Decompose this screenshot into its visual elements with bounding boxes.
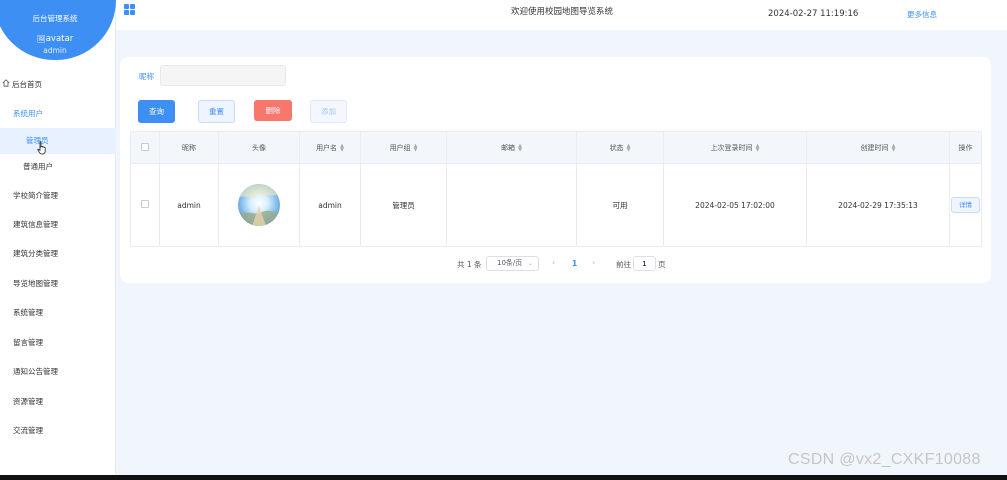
sort-icon[interactable]: ▲ ▼ bbox=[518, 143, 522, 152]
search-label: 昵称 bbox=[139, 72, 154, 81]
column-header-actions: 操作 bbox=[949, 131, 982, 164]
sort-icon[interactable]: ▲ ▼ bbox=[340, 143, 344, 152]
pagination-total: 共 1 条 bbox=[457, 260, 482, 269]
cell-actions: 详情 bbox=[949, 163, 982, 247]
page-size-value: 10条/页 bbox=[497, 259, 523, 267]
chevron-down-icon: ⌄ bbox=[527, 260, 533, 267]
grid-menu-icon[interactable] bbox=[124, 4, 135, 15]
sidebar-item-messages[interactable]: 留言管理 bbox=[0, 330, 116, 356]
sidebar-item-label: 导览地图管理 bbox=[13, 279, 58, 288]
sidebar-item-school-intro[interactable]: 学校简介管理 bbox=[0, 183, 116, 209]
reset-button[interactable]: 重置 bbox=[198, 100, 235, 123]
sidebar-item-label: 通知公告管理 bbox=[13, 367, 58, 376]
hand-cursor-icon bbox=[37, 141, 47, 157]
sidebar-item-label: 建筑信息管理 bbox=[13, 220, 58, 229]
sidebar-item-system-users[interactable]: 系统用户 bbox=[0, 101, 116, 127]
home-icon bbox=[2, 72, 10, 98]
column-header-last-login[interactable]: 上次登录时间 ▲ ▼ bbox=[663, 131, 807, 164]
bottom-bar bbox=[0, 475, 1007, 480]
row-select-cell[interactable] bbox=[130, 163, 160, 247]
row-checkbox[interactable] bbox=[141, 200, 149, 208]
header-datetime: 2024-02-27 11:19:16 bbox=[768, 9, 859, 19]
cell-status: 可用 bbox=[576, 163, 664, 247]
cell-username: admin bbox=[299, 163, 361, 247]
page-title: 欢迎使用校园地图导览系统 bbox=[511, 7, 614, 17]
nickname-search-input[interactable] bbox=[160, 65, 286, 86]
sidebar-item-guide-map[interactable]: 导览地图管理 bbox=[0, 271, 116, 297]
sidebar-item-label: 交流管理 bbox=[13, 426, 43, 435]
sort-icon[interactable]: ▲ ▼ bbox=[627, 143, 631, 152]
sort-icon[interactable]: ▲ ▼ bbox=[414, 143, 418, 152]
cell-group: 管理员 bbox=[360, 163, 447, 247]
user-avatar-image bbox=[238, 184, 280, 226]
cell-last-login: 2024-02-05 17:02:00 bbox=[663, 163, 807, 247]
watermark: CSDN @vx2_CXKF10088 bbox=[788, 451, 981, 468]
sidebar-item-system[interactable]: 系统管理 bbox=[0, 300, 116, 326]
sidebar-item-label: 系统管理 bbox=[13, 308, 43, 317]
sidebar-item-label: 普通用户 bbox=[23, 162, 53, 171]
goto-unit-label: 页 bbox=[658, 260, 666, 269]
query-button[interactable]: 查询 bbox=[138, 100, 175, 123]
sidebar-item-label: 系统用户 bbox=[13, 109, 43, 118]
brand-title: 后台管理系统 bbox=[32, 14, 78, 23]
user-table: 昵称 头像 用户名 ▲ ▼ 用户组 ▲ ▼ 邮箱 ▲ ▼ 状态 ▲ ▼ 上次登录时间 ▲ ▼ 创建时… bbox=[130, 131, 982, 247]
brand-header: 后台管理系统 🖼avatar admin bbox=[0, 0, 116, 60]
goto-page-input[interactable] bbox=[633, 256, 656, 271]
sidebar-item-label: 建筑分类管理 bbox=[13, 249, 58, 258]
column-header-group[interactable]: 用户组 ▲ ▼ bbox=[360, 131, 447, 164]
content-panel: 昵称 查询 重置 删除 添加 昵称 头像 用户名 ▲ ▼ 用户组 ▲ ▼ 邮箱 ▲ ▼ 状态… bbox=[120, 57, 991, 283]
sort-icon[interactable]: ▲ ▼ bbox=[756, 143, 760, 152]
broken-image-icon: 🖼 bbox=[36, 35, 46, 43]
pagination: 共 1 条 10条/页 ⌄ ‹ 1 › 前往 页 bbox=[120, 256, 991, 272]
sidebar-item-building-info[interactable]: 建筑信息管理 bbox=[0, 212, 116, 238]
sort-icon[interactable]: ▲ ▼ bbox=[892, 143, 896, 152]
page-number-current[interactable]: 1 bbox=[572, 259, 577, 268]
more-info-link[interactable]: 更多信息 bbox=[907, 9, 937, 20]
column-header-avatar: 头像 bbox=[218, 131, 300, 164]
column-header-username[interactable]: 用户名 ▲ ▼ bbox=[299, 131, 361, 164]
select-all-cell[interactable] bbox=[130, 131, 160, 164]
sidebar-item-exchange[interactable]: 交流管理 bbox=[0, 418, 116, 444]
table-row: admin admin 管理员 可用 2024-02-05 17:02:00 2… bbox=[130, 163, 982, 247]
sidebar-item-admins[interactable]: 管理员 bbox=[0, 128, 116, 154]
sidebar-item-normal-users[interactable]: 普通用户 bbox=[0, 154, 116, 180]
sidebar-item-label: 后台首页 bbox=[12, 80, 42, 89]
sidebar-item-notices[interactable]: 通知公告管理 bbox=[0, 359, 116, 385]
page-size-select[interactable]: 10条/页 ⌄ bbox=[486, 256, 539, 271]
sidebar-item-resources[interactable]: 资源管理 bbox=[0, 389, 116, 415]
sidebar-item-home[interactable]: 后台首页 bbox=[0, 72, 116, 98]
select-all-checkbox[interactable] bbox=[141, 142, 149, 151]
sidebar-item-label: 留言管理 bbox=[13, 338, 43, 347]
cell-created: 2024-02-29 17:35:13 bbox=[806, 163, 950, 247]
top-header: 欢迎使用校园地图导览系统 2024-02-27 11:19:16 更多信息 bbox=[116, 0, 1007, 30]
cell-avatar bbox=[218, 163, 300, 247]
sidebar-item-building-category[interactable]: 建筑分类管理 bbox=[0, 241, 116, 267]
next-page-icon[interactable]: › bbox=[592, 258, 595, 267]
detail-button[interactable]: 详情 bbox=[951, 197, 980, 213]
prev-page-icon[interactable]: ‹ bbox=[552, 258, 555, 267]
add-button[interactable]: 添加 bbox=[310, 100, 347, 123]
column-header-nickname: 昵称 bbox=[159, 131, 219, 164]
delete-button[interactable]: 删除 bbox=[254, 100, 292, 121]
table-header-row: 昵称 头像 用户名 ▲ ▼ 用户组 ▲ ▼ 邮箱 ▲ ▼ 状态 ▲ ▼ 上次登录时间 ▲ ▼ 创建时… bbox=[130, 131, 982, 164]
sidebar-item-label: 学校简介管理 bbox=[13, 191, 58, 200]
avatar-alt-text: avatar bbox=[45, 34, 74, 44]
goto-label: 前往 bbox=[616, 260, 631, 269]
column-header-email[interactable]: 邮箱 ▲ ▼ bbox=[446, 131, 577, 164]
cell-nickname: admin bbox=[159, 163, 219, 247]
avatar[interactable]: 🖼avatar bbox=[0, 34, 116, 44]
sidebar-item-label: 资源管理 bbox=[13, 397, 43, 406]
column-header-created[interactable]: 创建时间 ▲ ▼ bbox=[806, 131, 950, 164]
sidebar: 后台管理系统 🖼avatar admin 后台首页 系统用户 管理员 普通用户 … bbox=[0, 0, 116, 475]
column-header-status[interactable]: 状态 ▲ ▼ bbox=[576, 131, 664, 164]
brand-username: admin bbox=[43, 46, 67, 55]
cell-email bbox=[446, 163, 577, 247]
